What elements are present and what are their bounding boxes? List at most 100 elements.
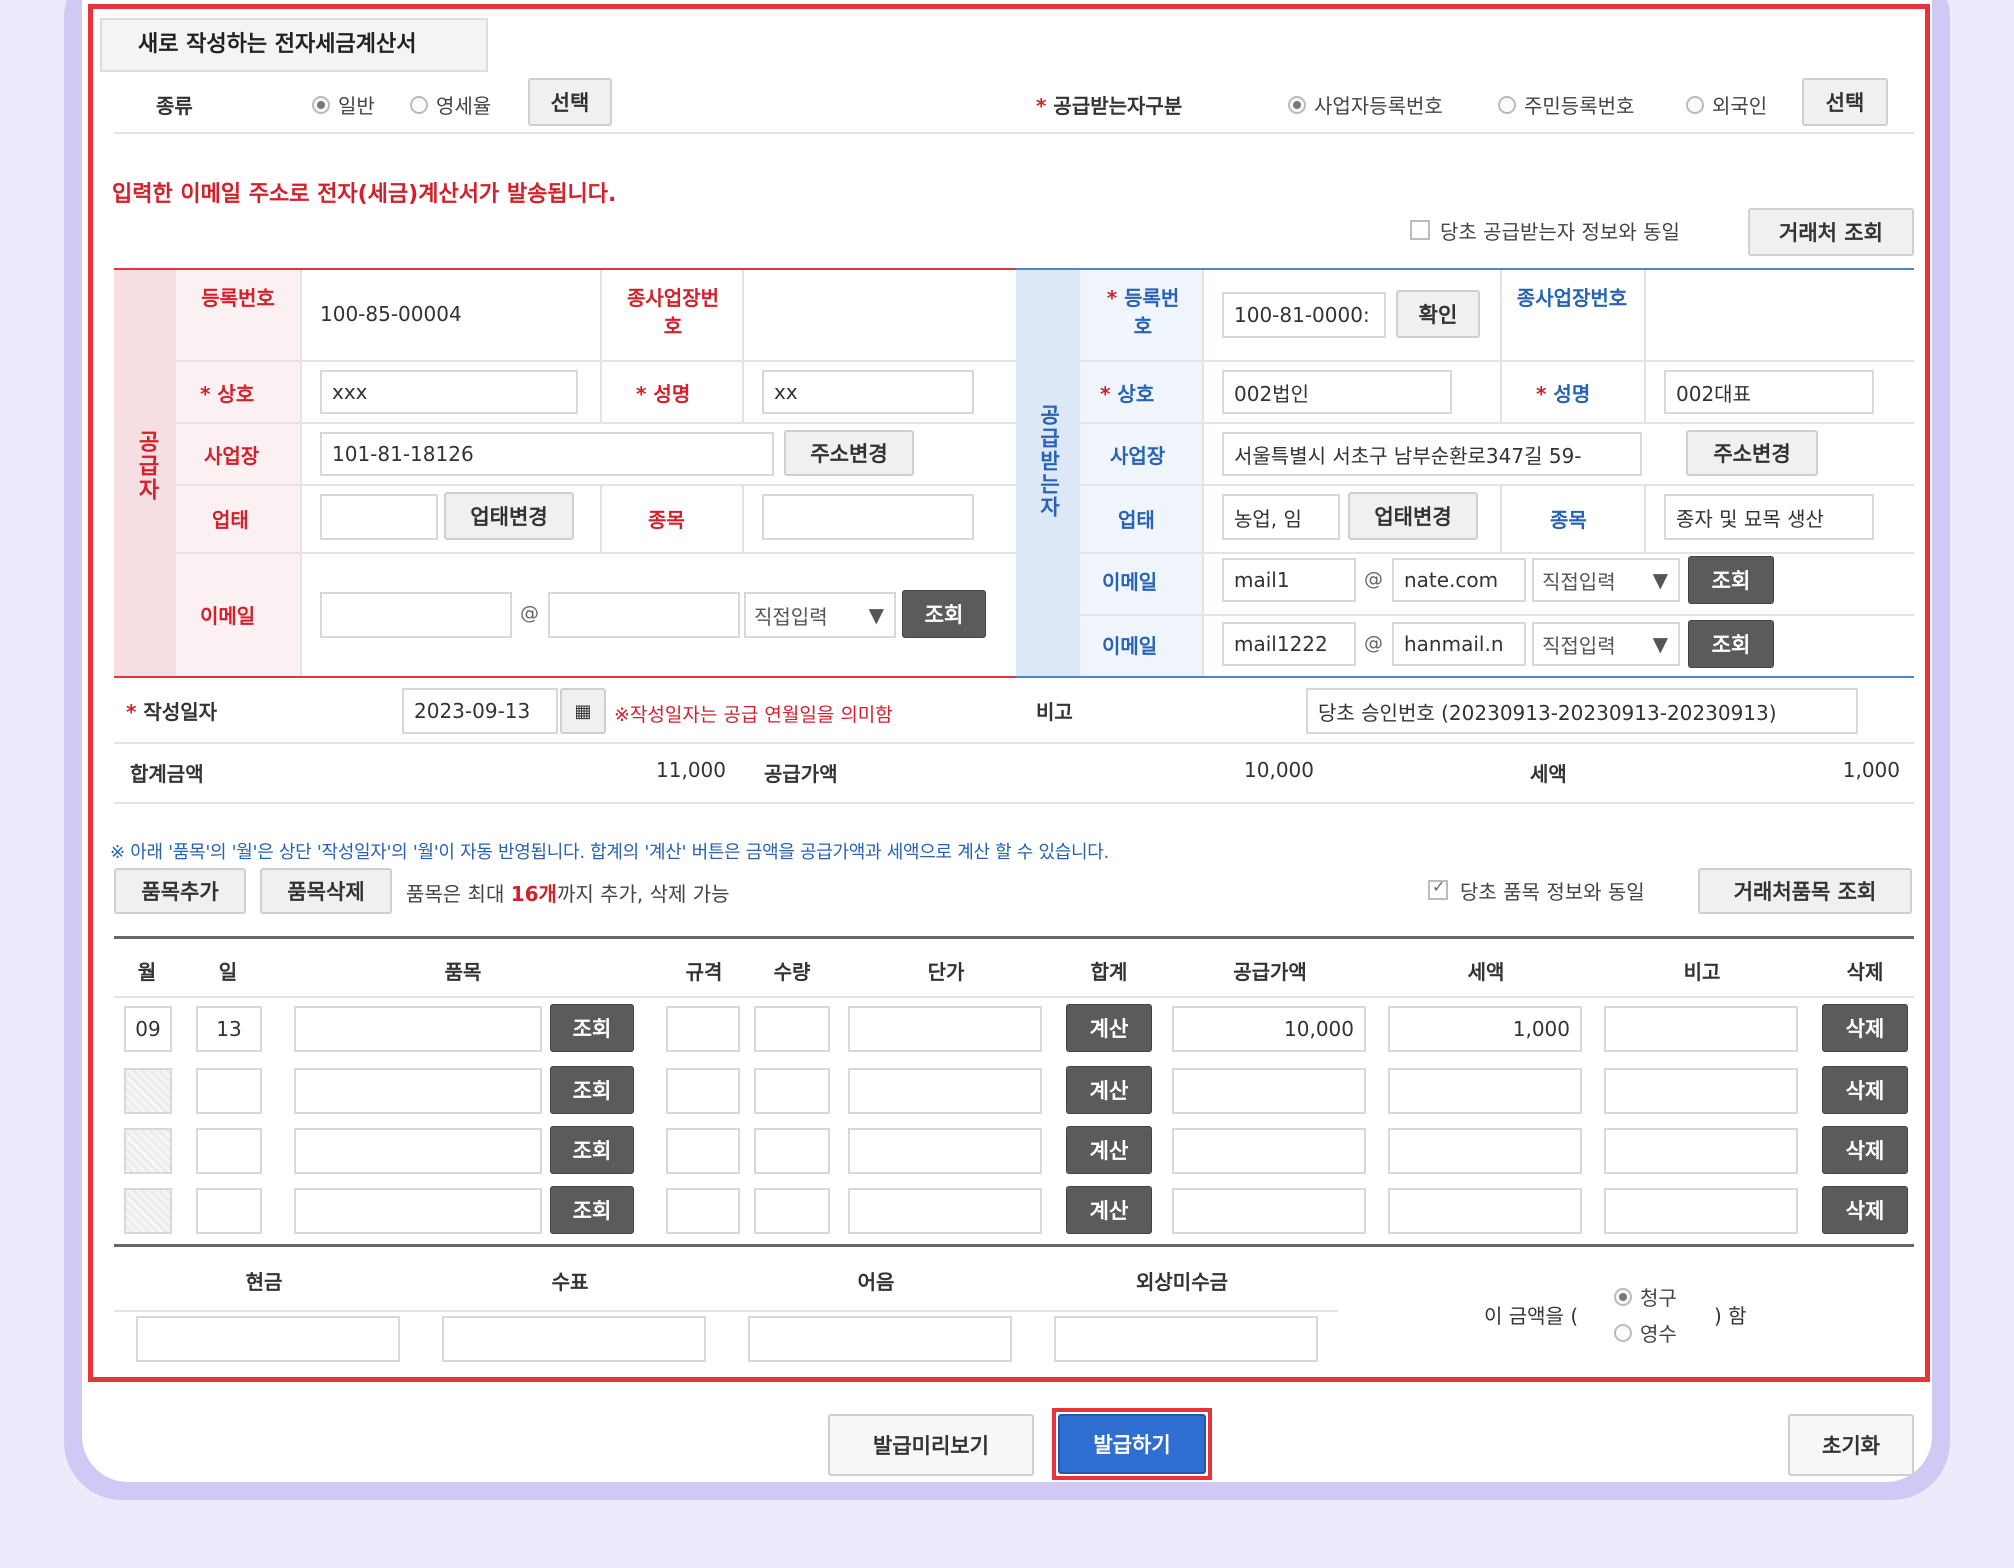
row3-calc-button[interactable]: 계산 [1066, 1126, 1152, 1174]
supplier-item-input[interactable] [762, 494, 974, 540]
supplier-name-input[interactable]: xxx [320, 370, 578, 414]
buyer-email2-lookup-button[interactable]: 조회 [1688, 620, 1774, 668]
buyer-reg-no-input[interactable]: 100-81-0000: [1222, 292, 1386, 338]
buyer-address-change-button[interactable]: 주소변경 [1686, 430, 1818, 476]
row4-lookup-button[interactable]: 조회 [550, 1186, 634, 1234]
buyer-reg-confirm-button[interactable]: 확인 [1396, 290, 1480, 338]
row1-supply-input[interactable]: 10,000 [1172, 1006, 1366, 1052]
supplier-address-input[interactable]: 101-81-18126 [320, 432, 774, 476]
preview-button[interactable]: 발급미리보기 [828, 1414, 1034, 1476]
row4-delete-button[interactable]: 삭제 [1822, 1186, 1908, 1234]
row4-tax-input[interactable] [1388, 1188, 1582, 1234]
kind-select-button[interactable]: 선택 [528, 78, 612, 126]
buyer-address-input[interactable]: 서울특별시 서초구 남부순환로347길 59- [1222, 432, 1642, 476]
supplier-address-change-button[interactable]: 주소변경 [784, 430, 914, 476]
row4-item-input[interactable] [294, 1188, 542, 1234]
row4-qty-input[interactable] [754, 1188, 830, 1234]
add-item-button[interactable]: 품목추가 [114, 868, 246, 914]
recipient-radio-business[interactable]: 사업자등록번호 [1288, 90, 1443, 119]
row2-spec-input[interactable] [666, 1068, 740, 1114]
supplier-type-input[interactable] [320, 494, 438, 540]
supplier-email-user-input[interactable] [320, 592, 512, 638]
row1-delete-button[interactable]: 삭제 [1822, 1004, 1908, 1052]
issue-button[interactable]: 발급하기 [1058, 1414, 1206, 1474]
buyer-email2-user-input[interactable]: mail1222 [1222, 622, 1356, 666]
row2-lookup-button[interactable]: 조회 [550, 1066, 634, 1114]
row3-supply-input[interactable] [1172, 1128, 1366, 1174]
buyer-type-input[interactable]: 농업, 임 [1222, 494, 1340, 540]
row2-unit-price-input[interactable] [848, 1068, 1042, 1114]
payment-check-input[interactable] [442, 1316, 706, 1362]
row4-supply-input[interactable] [1172, 1188, 1366, 1234]
payment-receivable-input[interactable] [1054, 1316, 1318, 1362]
recipient-select-button[interactable]: 선택 [1802, 78, 1888, 126]
row1-tax-input[interactable]: 1,000 [1388, 1006, 1582, 1052]
row4-spec-input[interactable] [666, 1188, 740, 1234]
row4-calc-button[interactable]: 계산 [1066, 1186, 1152, 1234]
row1-item-input[interactable] [294, 1006, 542, 1052]
row1-month-input[interactable]: 09 [124, 1006, 172, 1052]
buyer-email1-lookup-button[interactable]: 조회 [1688, 556, 1774, 604]
buyer-email2-domain-input[interactable]: hanmail.n [1392, 622, 1526, 666]
row2-qty-input[interactable] [754, 1068, 830, 1114]
recipient-radio-foreigner[interactable]: 외국인 [1686, 90, 1767, 119]
row3-remark-input[interactable] [1604, 1128, 1798, 1174]
row2-calc-button[interactable]: 계산 [1066, 1066, 1152, 1114]
radio-dot-icon [312, 95, 330, 114]
remark-input[interactable]: 당초 승인번호 (20230913-20230913-20230913) [1306, 688, 1858, 734]
row2-tax-input[interactable] [1388, 1068, 1582, 1114]
row1-unit-price-input[interactable] [848, 1006, 1042, 1052]
buyer-email2-domain-select[interactable]: 직접입력 ▼ [1532, 622, 1680, 666]
row3-tax-input[interactable] [1388, 1128, 1582, 1174]
reset-button[interactable]: 초기화 [1788, 1414, 1914, 1476]
supplier-ceo-input[interactable]: xx [762, 370, 974, 414]
row2-supply-input[interactable] [1172, 1068, 1366, 1114]
buyer-name-input[interactable]: 002법인 [1222, 370, 1452, 414]
buyer-ceo-input[interactable]: 002대표 [1664, 370, 1874, 414]
buyer-email1-user-input[interactable]: mail1 [1222, 558, 1356, 602]
row2-item-input[interactable] [294, 1068, 542, 1114]
row3-lookup-button[interactable]: 조회 [550, 1126, 634, 1174]
supplier-email-domain-select[interactable]: 직접입력 ▼ [744, 592, 896, 638]
kind-radio-normal[interactable]: 일반 [312, 90, 375, 119]
same-recipient-checkbox[interactable] [1410, 220, 1430, 240]
buyer-email1-domain-input[interactable]: nate.com [1392, 558, 1526, 602]
row3-unit-price-input[interactable] [848, 1128, 1042, 1174]
row1-qty-input[interactable] [754, 1006, 830, 1052]
row2-delete-button[interactable]: 삭제 [1822, 1066, 1908, 1114]
row1-lookup-button[interactable]: 조회 [550, 1004, 634, 1052]
delete-item-button[interactable]: 품목삭제 [260, 868, 392, 914]
row2-day-input[interactable] [196, 1068, 262, 1114]
amount-radio-charge[interactable]: 청구 [1614, 1282, 1677, 1311]
row3-qty-input[interactable] [754, 1128, 830, 1174]
kind-radio-zero-rate[interactable]: 영세율 [410, 90, 491, 119]
same-items-checkbox[interactable]: ✓ [1428, 877, 1448, 900]
row3-delete-button[interactable]: 삭제 [1822, 1126, 1908, 1174]
amount-radio-receipt[interactable]: 영수 [1614, 1318, 1677, 1347]
row3-day-input[interactable] [196, 1128, 262, 1174]
row4-unit-price-input[interactable] [848, 1188, 1042, 1234]
row1-remark-input[interactable] [1604, 1006, 1798, 1052]
buyer-email1-domain-select[interactable]: 직접입력 ▼ [1532, 558, 1680, 602]
partner-items-lookup-button[interactable]: 거래처품목 조회 [1698, 868, 1912, 914]
supplier-type-change-button[interactable]: 업태변경 [444, 492, 574, 540]
col-sum: 합계 [1090, 960, 1128, 984]
recipient-radio-resident[interactable]: 주민등록번호 [1498, 90, 1634, 119]
date-input[interactable]: 2023-09-13 [402, 688, 558, 734]
calendar-icon[interactable]: ▦ [560, 688, 606, 734]
buyer-item-input[interactable]: 종자 및 묘목 생산 [1664, 494, 1874, 540]
payment-cash-input[interactable] [136, 1316, 400, 1362]
supplier-email-lookup-button[interactable]: 조회 [902, 590, 986, 638]
row3-spec-input[interactable] [666, 1128, 740, 1174]
row4-day-input[interactable] [196, 1188, 262, 1234]
row1-calc-button[interactable]: 계산 [1066, 1004, 1152, 1052]
row1-day-input[interactable]: 13 [196, 1006, 262, 1052]
buyer-type-change-button[interactable]: 업태변경 [1348, 492, 1478, 540]
payment-note-input[interactable] [748, 1316, 1012, 1362]
row4-remark-input[interactable] [1604, 1188, 1798, 1234]
supplier-email-domain-input[interactable] [548, 592, 740, 638]
partner-lookup-button[interactable]: 거래처 조회 [1748, 208, 1914, 256]
row1-spec-input[interactable] [666, 1006, 740, 1052]
row2-remark-input[interactable] [1604, 1068, 1798, 1114]
row3-item-input[interactable] [294, 1128, 542, 1174]
